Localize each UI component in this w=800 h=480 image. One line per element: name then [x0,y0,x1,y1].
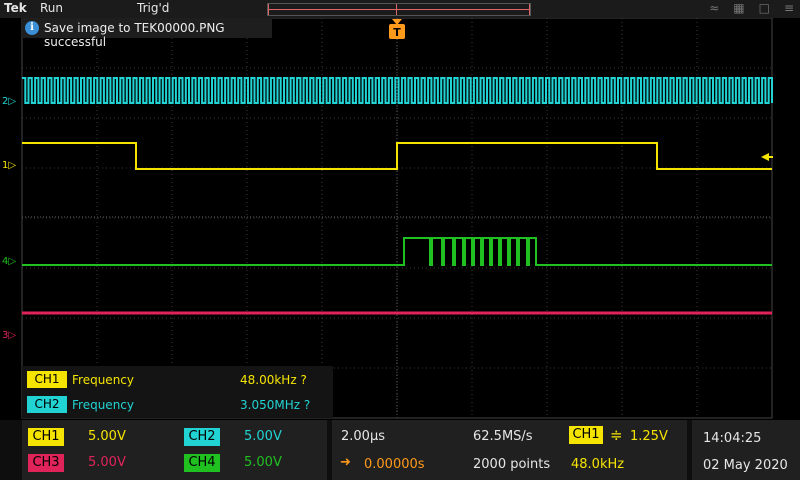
wifi-icon: ≈ [709,1,720,15]
trigger-state: Trig'd [137,1,170,15]
ch1-waveform [22,142,772,170]
ch3-scale[interactable]: 5.00V [88,455,126,470]
info-icon: i [25,21,39,35]
channel-marker-4[interactable]: 4▷ [2,256,16,267]
trigger-level[interactable]: 1.25V [630,429,668,444]
measurement-name: Frequency [72,373,134,387]
trigger-frequency: 48.0kHz [571,457,625,472]
rising-edge-icon: ≑ [610,426,623,444]
ch1-scale[interactable]: 5.00V [88,429,126,444]
sample-rate[interactable]: 62.5MS/s [473,429,533,444]
trigger-position-marker[interactable]: T [389,19,405,39]
measurement-row[interactable]: CH2 Frequency 3.050MHz ? [22,393,333,415]
network-icon: ▦ [733,1,745,15]
horizontal-delay[interactable]: 0.00000s [364,457,425,472]
notification-message: Save image to TEK00000.PNG successful [44,21,225,49]
measurement-panel[interactable]: CH1 Frequency 48.00kHz ? CH2 Frequency 3… [22,366,333,418]
time-per-division[interactable]: 2.00µs [341,429,385,444]
channel-settings-panel[interactable]: CH1 5.00V CH2 5.00V CH3 5.00V CH4 5.00V [22,420,327,480]
clock-date: 02 May 2020 [703,458,788,473]
channel-marker-3[interactable]: 3▷ [2,330,16,341]
clock-panel[interactable]: 14:04:25 02 May 2020 [692,420,800,480]
measurement-source-badge: CH1 [27,371,67,388]
ch4-badge[interactable]: CH4 [184,454,220,472]
trigger-source-badge[interactable]: CH1 [569,426,603,444]
trigger-marker-label: T [393,26,401,39]
record-length[interactable]: 2000 points [473,457,550,472]
measurement-name: Frequency [72,398,134,412]
ch3-badge[interactable]: CH3 [28,454,64,472]
notification-banner[interactable]: i Save image to TEK00000.PNG successful [22,18,272,49]
ch1-badge[interactable]: CH1 [28,428,64,446]
measurement-source-badge: CH2 [27,396,67,413]
measurement-value: 3.050MHz ? [240,398,311,412]
usb-icon: □ [758,1,770,15]
ch4-scale[interactable]: 5.00V [244,455,282,470]
run-state[interactable]: Run [40,1,63,15]
channel-marker-2[interactable]: 2▷ [2,96,16,107]
horizontal-trigger-panel[interactable]: 2.00µs ➜ 0.00000s 62.5MS/s 2000 points C… [332,420,687,480]
status-bar: Tek Run Trig'd ≈ ▦ □ ≡ [0,0,800,18]
measurement-row[interactable]: CH1 Frequency 48.00kHz ? [22,368,333,390]
measurement-value: 48.00kHz ? [240,373,307,387]
ch2-scale[interactable]: 5.00V [244,429,282,444]
menu-icon[interactable]: ≡ [784,1,794,15]
delay-arrow-icon: ➜ [340,455,351,470]
record-view-bar[interactable] [267,3,531,16]
channel-marker-1[interactable]: 1▷ [2,160,16,171]
waveform-display[interactable]: T [0,0,800,420]
settings-bar: CH1 5.00V CH2 5.00V CH3 5.00V CH4 5.00V … [0,420,800,480]
clock-time: 14:04:25 [703,431,762,446]
brand-logo: Tek [4,1,27,15]
trigger-level-marker[interactable] [761,153,769,161]
ch2-badge[interactable]: CH2 [184,428,220,446]
